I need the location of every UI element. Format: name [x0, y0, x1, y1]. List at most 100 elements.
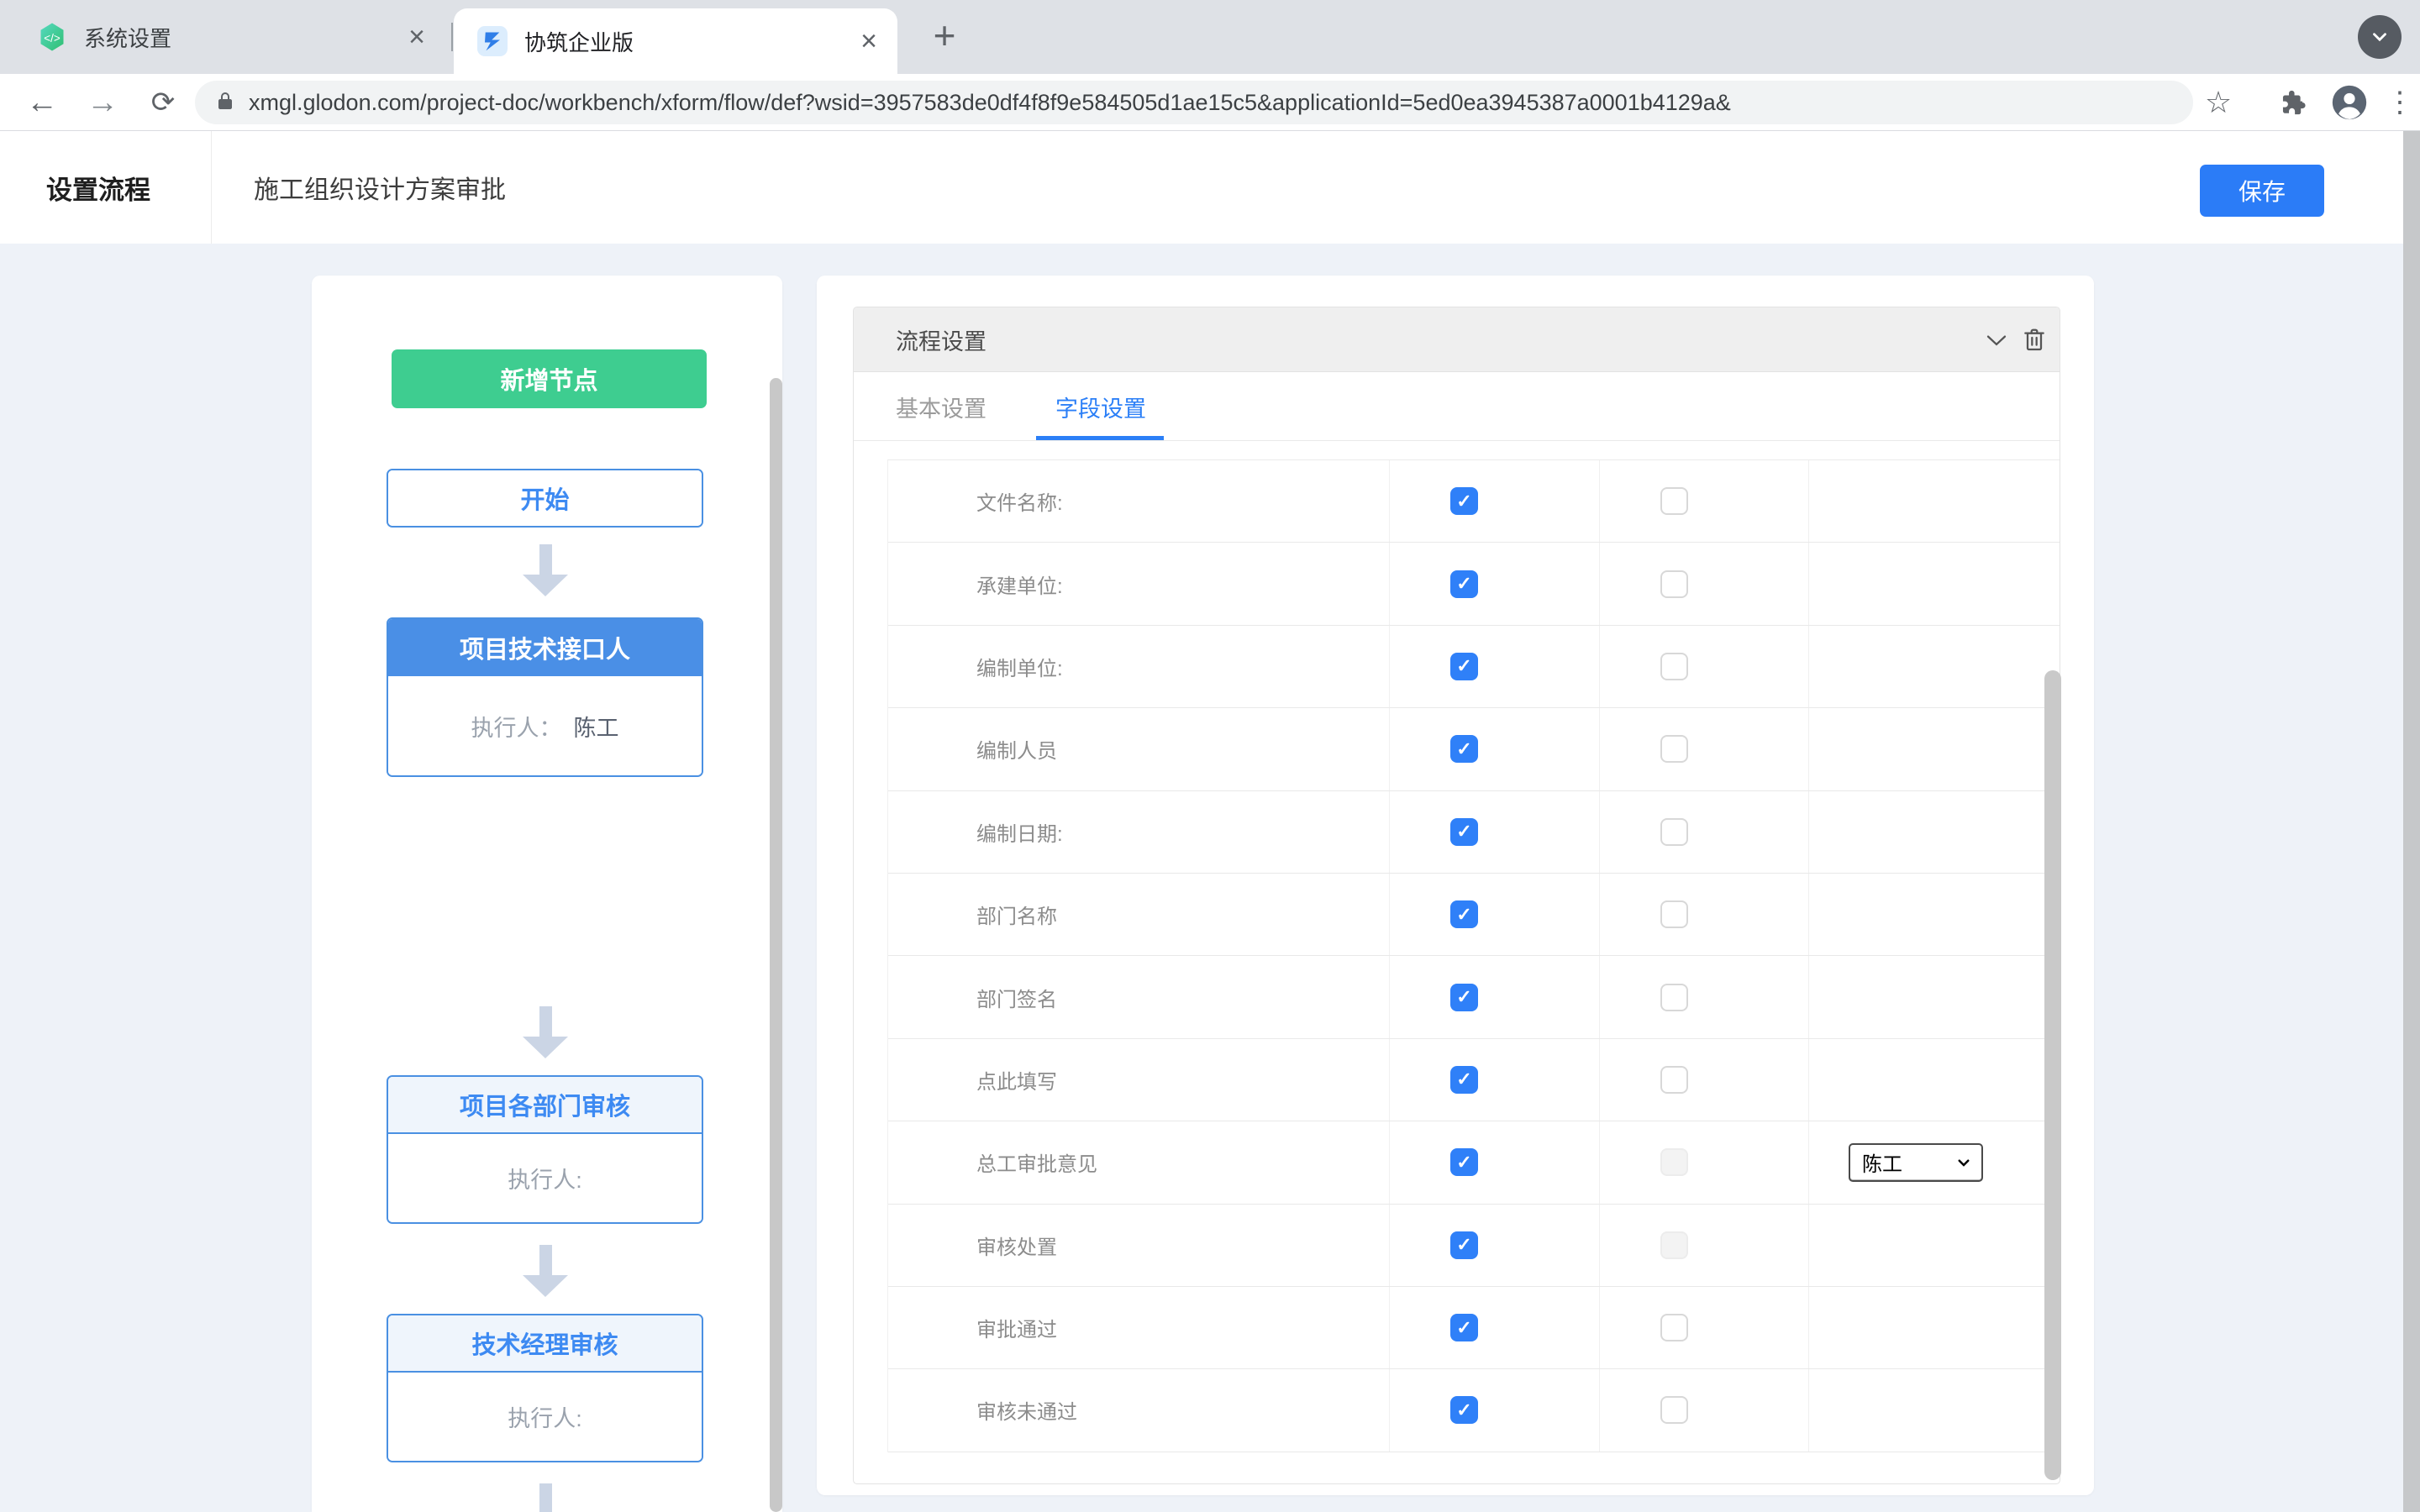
checkbox-checked[interactable]: ✓	[1450, 1066, 1478, 1094]
profile-chevron-icon[interactable]	[2358, 15, 2402, 59]
executor-select[interactable]: 陈工	[1849, 1143, 1983, 1182]
svg-text:</>: </>	[44, 32, 60, 45]
flow-node-project-tech-contact[interactable]: 项目技术接口人 执行人：陈工	[387, 617, 703, 777]
flow-node-title: 项目技术接口人	[388, 619, 702, 676]
tab-basic-settings[interactable]: 基本设置	[896, 372, 986, 441]
checkbox-unchecked[interactable]	[1660, 735, 1688, 763]
field-row: 编制单位: ✓	[888, 626, 2060, 708]
checkbox-unchecked[interactable]	[1660, 570, 1688, 598]
close-icon[interactable]: ×	[855, 25, 882, 57]
browser-window: </> 系统设置 × 协筑企业版 × + ← → ⟳ xmgl.glodon.c…	[0, 0, 2420, 1512]
checkbox-checked[interactable]: ✓	[1450, 984, 1478, 1011]
checkbox-checked[interactable]: ✓	[1450, 1314, 1478, 1341]
field-label: 部门签名	[888, 956, 1390, 1037]
field-row: 部门名称 ✓	[888, 874, 2060, 956]
page-title: 设置流程	[46, 131, 150, 244]
field-label: 审批通过	[888, 1287, 1390, 1368]
checkbox-checked[interactable]: ✓	[1450, 900, 1478, 928]
add-node-button[interactable]: 新增节点	[392, 349, 707, 408]
flow-node-department-review[interactable]: 项目各部门审核 执行人:	[387, 1075, 703, 1224]
process-settings-card: 流程设置 基本设置 字段设置 文件名称: ✓	[853, 307, 2060, 1484]
field-settings-table: 文件名称: ✓ 承建单位: ✓ 编制单位: ✓	[887, 459, 2060, 1452]
tab-xiezhu-enterprise[interactable]: 协筑企业版 ×	[454, 8, 897, 74]
field-row: 审核未通过 ✓	[888, 1369, 2060, 1452]
checkbox-checked[interactable]: ✓	[1450, 735, 1478, 763]
field-label: 编制日期:	[888, 791, 1390, 873]
tab-title: 系统设置	[84, 22, 403, 53]
checkbox-checked[interactable]: ✓	[1450, 1231, 1478, 1259]
checkbox-unchecked[interactable]	[1660, 1314, 1688, 1341]
page-header: 设置流程 施工组织设计方案审批 保存	[0, 131, 2420, 244]
checkbox-checked[interactable]: ✓	[1450, 570, 1478, 598]
browser-window-scrollbar[interactable]	[2403, 131, 2420, 1512]
checkbox-unchecked[interactable]	[1660, 653, 1688, 680]
delete-node-trash-icon[interactable]	[2021, 326, 2048, 353]
flow-node-title: 开始	[388, 470, 702, 526]
flow-node-executor: 执行人:	[388, 1373, 702, 1461]
flow-diagram-panel: 新增节点 开始 项目技术接口人 执行人：陈工 项目各部门审核 执行人:	[312, 276, 782, 1512]
flow-panel-scrollbar[interactable]	[770, 378, 782, 1512]
checkbox-unchecked[interactable]	[1660, 1066, 1688, 1094]
checkbox-checked[interactable]: ✓	[1450, 1148, 1478, 1176]
settings-scrollbar[interactable]	[2044, 670, 2061, 1480]
save-button[interactable]: 保存	[2200, 165, 2324, 217]
checkbox-checked[interactable]: ✓	[1450, 818, 1478, 846]
field-row: 部门签名 ✓	[888, 956, 2060, 1038]
process-settings-panel: 流程设置 基本设置 字段设置 文件名称: ✓	[817, 276, 2094, 1495]
tab-field-settings[interactable]: 字段设置	[1055, 372, 1146, 441]
profile-avatar-icon[interactable]	[2326, 74, 2373, 131]
tab-system-settings[interactable]: </> 系统设置 ×	[13, 0, 445, 74]
flow-node-executor: 执行人：陈工	[388, 676, 702, 775]
flow-arrow-down-icon	[522, 544, 569, 596]
field-label: 总工审批意见	[888, 1121, 1390, 1203]
field-label: 审核处置	[888, 1205, 1390, 1286]
checkbox-unchecked[interactable]	[1660, 1231, 1688, 1259]
code-gem-favicon-icon: </>	[37, 22, 67, 52]
card-title: 流程设置	[896, 323, 986, 356]
field-label: 编制单位:	[888, 626, 1390, 707]
collapse-chevron-icon[interactable]	[1984, 328, 2009, 353]
flow-node-tech-manager-review[interactable]: 技术经理审核 执行人:	[387, 1314, 703, 1462]
url-bar[interactable]: xmgl.glodon.com/project-doc/workbench/xf…	[195, 81, 2193, 124]
forward-icon[interactable]: →	[79, 74, 126, 131]
flow-arrow-down-icon	[522, 1483, 569, 1512]
browser-menu-icon[interactable]: ⋮	[2376, 74, 2420, 131]
field-row: 编制人员 ✓	[888, 708, 2060, 790]
checkbox-checked[interactable]: ✓	[1450, 653, 1478, 680]
active-tab-underline	[1036, 436, 1164, 440]
select-chevron-icon	[1956, 1155, 1971, 1170]
flow-node-executor: 执行人:	[388, 1134, 702, 1222]
flow-node-title: 项目各部门审核	[388, 1077, 702, 1134]
checkbox-checked[interactable]: ✓	[1450, 487, 1478, 515]
field-row: 文件名称: ✓	[888, 460, 2060, 543]
lock-icon	[215, 91, 235, 115]
new-tab-button[interactable]: +	[921, 12, 968, 59]
back-icon[interactable]: ←	[18, 74, 66, 131]
bookmark-star-icon[interactable]: ☆	[2195, 74, 2242, 131]
header-divider	[211, 131, 212, 244]
extensions-puzzle-icon[interactable]	[2269, 74, 2316, 131]
flow-arrow-down-icon	[522, 1006, 569, 1058]
field-label: 点此填写	[888, 1039, 1390, 1121]
tab-divider	[451, 23, 453, 51]
refresh-icon[interactable]: ⟳	[139, 74, 187, 131]
field-label: 审核未通过	[888, 1369, 1390, 1451]
tab-title: 协筑企业版	[524, 26, 855, 57]
checkbox-checked[interactable]: ✓	[1450, 1396, 1478, 1424]
checkbox-unchecked[interactable]	[1660, 818, 1688, 846]
flow-name-title: 施工组织设计方案审批	[254, 131, 506, 244]
field-row: 编制日期: ✓	[888, 791, 2060, 874]
checkbox-unchecked[interactable]	[1660, 984, 1688, 1011]
close-icon[interactable]: ×	[403, 21, 430, 53]
field-label: 部门名称	[888, 874, 1390, 955]
field-row: 点此填写 ✓	[888, 1039, 2060, 1121]
checkbox-unchecked[interactable]	[1660, 1148, 1688, 1176]
flow-node-title: 技术经理审核	[388, 1315, 702, 1373]
flow-node-start[interactable]: 开始	[387, 469, 703, 528]
checkbox-unchecked[interactable]	[1660, 900, 1688, 928]
checkbox-unchecked[interactable]	[1660, 487, 1688, 515]
checkbox-unchecked[interactable]	[1660, 1396, 1688, 1424]
field-row: 承建单位: ✓	[888, 543, 2060, 625]
url-text: xmgl.glodon.com/project-doc/workbench/xf…	[249, 90, 1731, 116]
card-header: 流程设置	[854, 307, 2060, 372]
